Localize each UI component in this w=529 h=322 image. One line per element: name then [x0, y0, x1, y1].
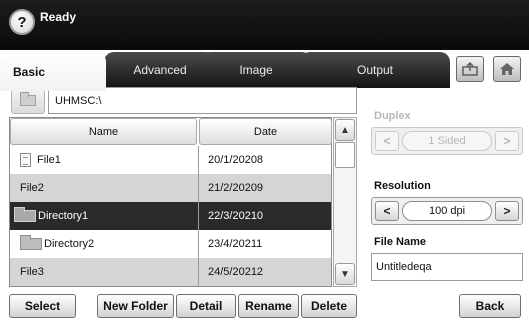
rename-button[interactable]: Rename [238, 294, 299, 318]
home-icon [500, 63, 514, 75]
parent-folder-button[interactable] [11, 87, 45, 114]
home-button[interactable] [493, 56, 521, 82]
tab-basic[interactable]: Basic [0, 52, 106, 91]
folder-icon [14, 207, 36, 222]
chevron-up-icon: ▲ [340, 124, 350, 136]
tab-output[interactable]: Output [300, 52, 450, 88]
export-button[interactable] [456, 56, 484, 82]
resolution-label: Resolution [374, 180, 431, 192]
duplex-value: 1 Sided [402, 131, 492, 151]
help-icon: ? [17, 13, 27, 31]
resolution-value: 100 dpi [402, 201, 492, 221]
scroll-up-button[interactable]: ▲ [335, 119, 355, 141]
item-name: File1 [37, 154, 61, 166]
chevron-down-icon: ▼ [340, 268, 350, 280]
chevron-left-icon: < [383, 204, 391, 218]
list-item[interactable]: File1 20/1/20208 [10, 146, 331, 174]
list-item-selected[interactable]: Directory1 22/3/20210 [10, 202, 331, 230]
chevron-left-icon: < [383, 134, 391, 148]
resolution-next-button[interactable]: > [495, 201, 519, 221]
column-header-name[interactable]: Name [10, 118, 197, 145]
file-list: Name Date File1 20/1/20208 File2 21/2/20… [9, 117, 332, 287]
tab-image[interactable]: Image [200, 52, 312, 88]
item-date: 21/2/20209 [208, 182, 264, 194]
resolution-spinner: < 100 dpi > [371, 197, 523, 225]
item-date: 23/4/20211 [208, 238, 263, 250]
item-name: Directory2 [44, 238, 95, 250]
scrollbar[interactable]: ▲ ▼ [333, 117, 357, 287]
list-item[interactable]: File3 24/5/20212 [10, 258, 331, 286]
tab-advanced[interactable]: Advanced [104, 52, 216, 88]
chevron-right-icon: > [503, 134, 511, 148]
folder-up-icon [20, 92, 36, 106]
list-item[interactable]: File2 21/2/20209 [10, 174, 331, 202]
select-button[interactable]: Select [9, 294, 76, 318]
list-item[interactable]: Directory2 23/4/20211 [10, 230, 331, 258]
back-button[interactable]: Back [459, 294, 521, 318]
tab-label: Image [239, 63, 273, 77]
item-name: Directory1 [38, 210, 89, 222]
status-header: ? Ready [0, 0, 529, 50]
export-icon [462, 62, 478, 76]
item-name: File3 [20, 266, 44, 278]
file-name-field[interactable]: Untitledeqa [371, 253, 523, 281]
file-name-label: File Name [374, 236, 426, 248]
chevron-right-icon: > [503, 204, 511, 218]
item-date: 20/1/20208 [208, 154, 264, 166]
resolution-prev-button[interactable]: < [375, 201, 399, 221]
scroll-thumb[interactable] [335, 142, 355, 168]
item-date: 24/5/20212 [208, 266, 264, 278]
folder-icon [20, 235, 42, 250]
delete-button[interactable]: Delete [301, 294, 357, 318]
duplex-spinner: < 1 Sided > [371, 127, 523, 155]
status-text: Ready [40, 10, 77, 24]
duplex-prev-button: < [375, 131, 399, 151]
new-folder-button[interactable]: New Folder [97, 294, 174, 318]
scroll-down-button[interactable]: ▼ [335, 263, 355, 285]
path-value: UHMSC:\ [55, 94, 102, 107]
column-header-date[interactable]: Date [199, 118, 332, 145]
tab-label: Output [356, 63, 394, 77]
file-name-value: Untitledeqa [376, 261, 432, 273]
tab-label: Basic [13, 64, 46, 79]
path-field: UHMSC:\ [48, 87, 357, 114]
detail-button[interactable]: Detail [176, 294, 236, 318]
duplex-label: Duplex [374, 110, 411, 122]
file-icon [20, 153, 31, 167]
tab-label: Advanced [133, 63, 187, 77]
item-date: 22/3/20210 [208, 210, 264, 222]
help-button[interactable]: ? [9, 9, 35, 35]
item-name: File2 [20, 182, 44, 194]
duplex-next-button: > [495, 131, 519, 151]
